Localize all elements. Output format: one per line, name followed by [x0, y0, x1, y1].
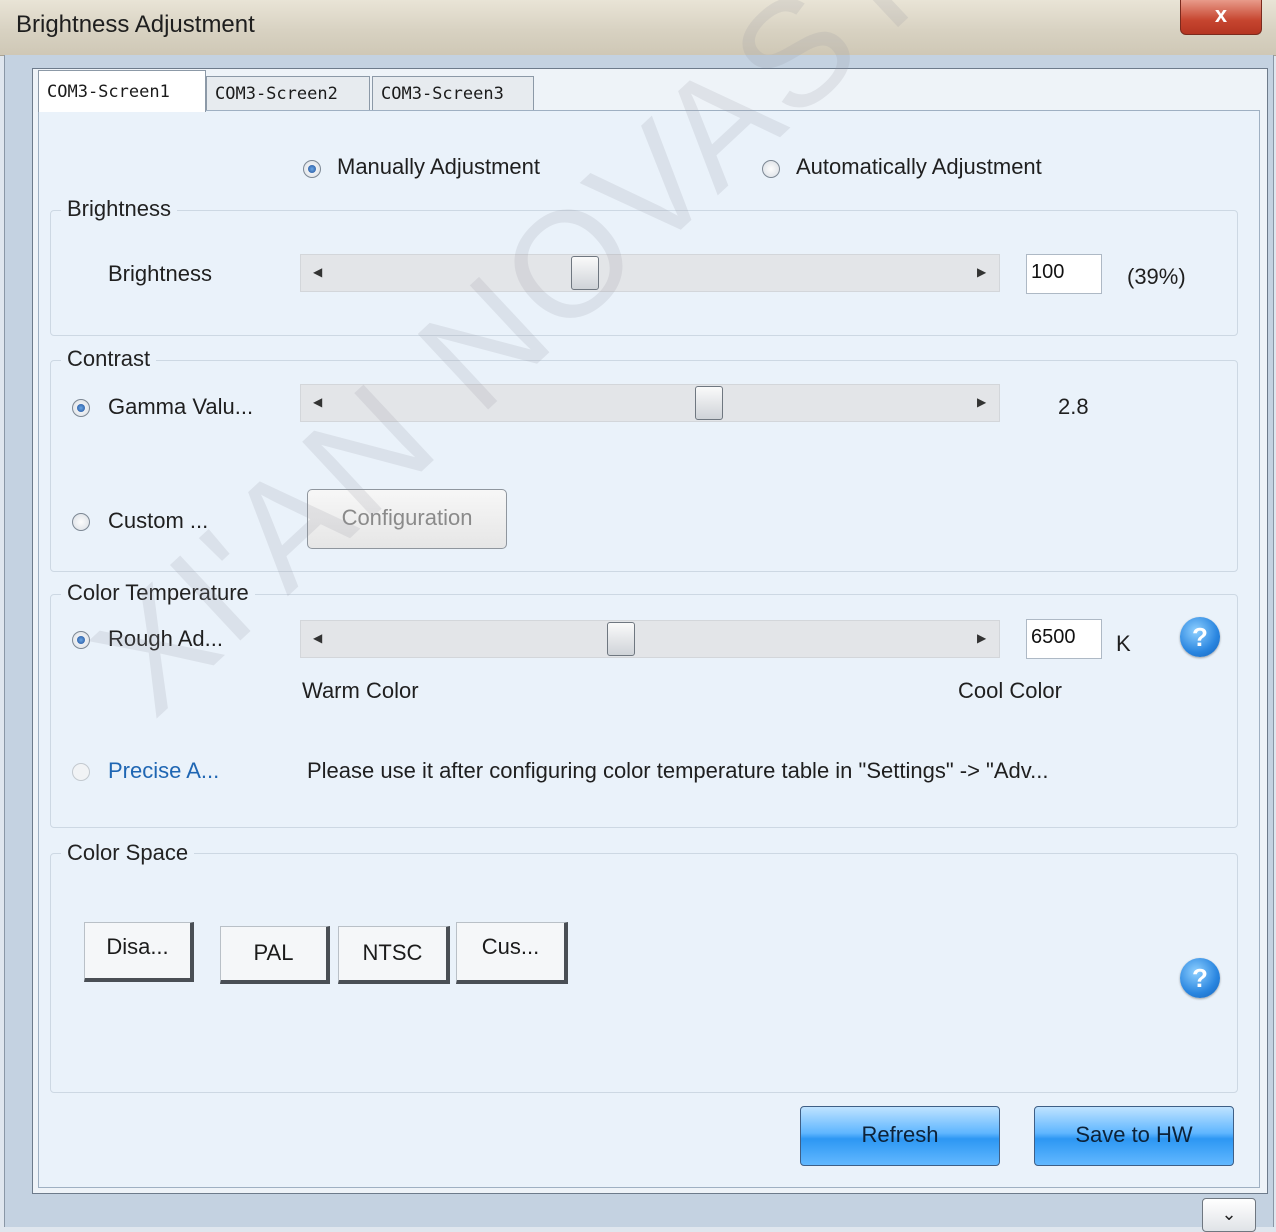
- precise-adjustment-label[interactable]: Precise A...: [108, 758, 219, 784]
- arrow-left-icon[interactable]: ◀: [313, 265, 322, 279]
- warm-color-label: Warm Color: [302, 678, 419, 703]
- brightness-value-field[interactable]: 100: [1026, 254, 1102, 294]
- configuration-button[interactable]: Configuration: [307, 489, 507, 549]
- close-icon: x: [1214, 2, 1228, 27]
- brightness-percent: (39%): [1127, 264, 1186, 289]
- arrow-right-icon[interactable]: ▶: [977, 265, 986, 279]
- color-temperature-slider-thumb[interactable]: [607, 622, 635, 656]
- color-space-ntsc-button[interactable]: NTSC: [338, 926, 450, 984]
- save-to-hw-button[interactable]: Save to HW: [1034, 1106, 1234, 1166]
- arrow-right-icon[interactable]: ▶: [977, 395, 986, 409]
- custom-radio[interactable]: [72, 513, 90, 531]
- color-space-disable-button[interactable]: Disa...: [84, 922, 194, 982]
- help-icon[interactable]: ?: [1180, 958, 1220, 998]
- brightness-row-label: Brightness: [108, 261, 212, 286]
- color-temperature-value-field[interactable]: 6500: [1026, 619, 1102, 659]
- manual-adjustment-radio[interactable]: [303, 160, 321, 178]
- gamma-slider[interactable]: ◀ ▶: [300, 384, 1000, 422]
- arrow-left-icon[interactable]: ◀: [313, 395, 322, 409]
- help-icon[interactable]: ?: [1180, 617, 1220, 657]
- precise-adjustment-radio[interactable]: [72, 763, 90, 781]
- arrow-right-icon[interactable]: ▶: [977, 631, 986, 645]
- arrow-left-icon[interactable]: ◀: [313, 631, 322, 645]
- manual-adjustment-label[interactable]: Manually Adjustment: [337, 154, 540, 180]
- brightness-slider[interactable]: ◀ ▶: [300, 254, 1000, 292]
- rough-adjustment-radio[interactable]: [72, 631, 90, 649]
- precise-adjustment-note: Please use it after configuring color te…: [307, 758, 1049, 783]
- cool-color-label: Cool Color: [958, 678, 1062, 703]
- gamma-value: 2.8: [1058, 394, 1089, 419]
- gamma-value-label[interactable]: Gamma Valu...: [108, 394, 253, 420]
- tab-com3-screen1[interactable]: COM3-Screen1: [38, 70, 206, 112]
- brightness-slider-thumb[interactable]: [571, 256, 599, 290]
- color-space-group-label: Color Space: [61, 840, 195, 866]
- rough-adjustment-label[interactable]: Rough Ad...: [108, 626, 223, 652]
- color-temperature-slider[interactable]: ◀ ▶: [300, 620, 1000, 658]
- automatic-adjustment-label[interactable]: Automatically Adjustment: [796, 154, 1042, 180]
- color-temperature-group-label: Color Temperature: [61, 580, 255, 606]
- gamma-value-radio[interactable]: [72, 399, 90, 417]
- refresh-button[interactable]: Refresh: [800, 1106, 1000, 1166]
- gamma-slider-thumb[interactable]: [695, 386, 723, 420]
- contrast-group-label: Contrast: [61, 346, 157, 372]
- custom-label[interactable]: Custom ...: [108, 508, 208, 534]
- brightness-group-label: Brightness: [61, 196, 177, 222]
- close-button[interactable]: x: [1180, 0, 1262, 35]
- color-space-pal-button[interactable]: PAL: [220, 926, 330, 984]
- color-space-custom-button[interactable]: Cus...: [456, 922, 568, 984]
- window-title: Brightness Adjustment: [16, 11, 255, 38]
- tab-com3-screen2[interactable]: COM3-Screen2: [206, 76, 370, 110]
- color-temperature-unit: K: [1116, 631, 1131, 656]
- automatic-adjustment-radio[interactable]: [762, 160, 780, 178]
- tab-com3-screen3[interactable]: COM3-Screen3: [372, 76, 534, 110]
